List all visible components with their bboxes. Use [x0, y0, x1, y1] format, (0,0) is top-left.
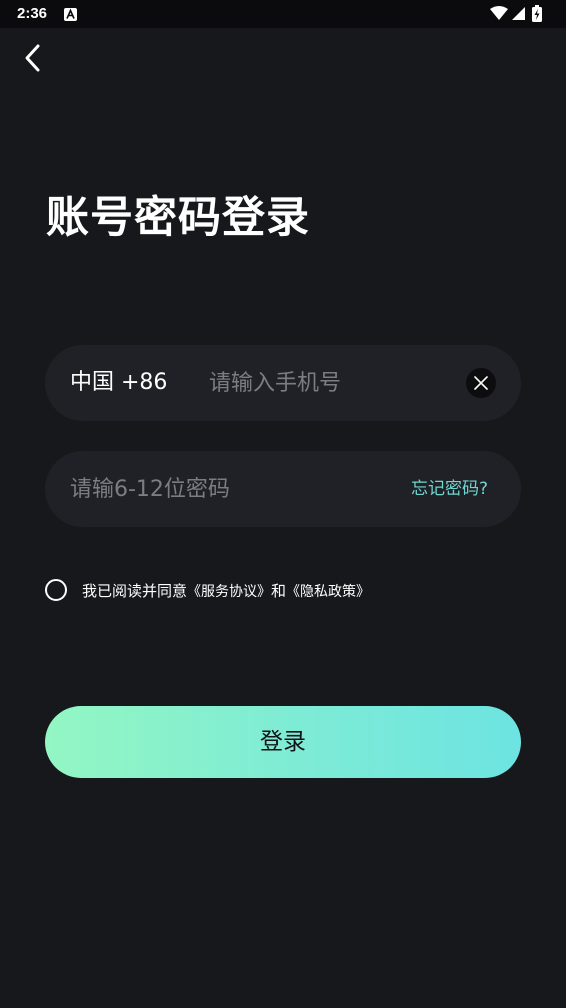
wifi-icon: [490, 6, 508, 20]
a-app-icon: [64, 8, 77, 21]
agreement-and: 和: [271, 582, 287, 600]
forgot-password-link[interactable]: 忘记密码?: [411, 451, 488, 527]
status-time: 2:36: [17, 5, 48, 22]
agreement-prefix: 我已阅读并同意: [82, 582, 188, 600]
clear-phone-button[interactable]: [466, 368, 496, 398]
phone-field: 中国 +86: [45, 345, 521, 421]
country-code-selector[interactable]: 中国 +86: [70, 345, 167, 421]
privacy-policy-link[interactable]: 《隐私政策》: [286, 584, 370, 600]
status-icons: [490, 5, 542, 22]
login-button[interactable]: 登录: [45, 706, 521, 778]
close-icon: [474, 376, 488, 390]
agree-checkbox[interactable]: [45, 579, 67, 601]
page-title: 账号密码登录: [46, 193, 310, 243]
back-button[interactable]: [16, 40, 52, 76]
phone-input[interactable]: [209, 363, 459, 403]
password-field: 忘记密码?: [45, 451, 521, 527]
password-input[interactable]: [70, 469, 370, 509]
cell-signal-icon: [512, 7, 525, 20]
chevron-left-icon: [25, 44, 40, 72]
service-agreement-link[interactable]: 《服务协议》: [187, 584, 271, 600]
status-bar: 2:36: [0, 0, 566, 28]
battery-charging-icon: [532, 5, 542, 22]
agreement-text: 我已阅读并同意《服务协议》和《隐私政策》: [82, 580, 370, 601]
